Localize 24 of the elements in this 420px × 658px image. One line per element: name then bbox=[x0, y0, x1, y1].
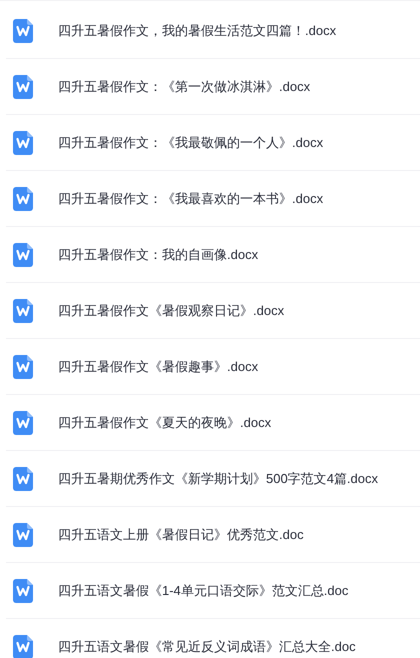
word-document-icon bbox=[13, 522, 33, 546]
file-name[interactable]: 四升五暑假作文：《我最敬佩的一个人》.docx bbox=[58, 134, 324, 152]
file-name[interactable]: 四升五暑假作文《夏天的夜晚》.docx bbox=[58, 414, 272, 432]
file-name[interactable]: 四升五暑假作文：《第一次做冰淇淋》.docx bbox=[58, 78, 310, 96]
file-name[interactable]: 四升五暑假作文《暑假趣事》.docx bbox=[58, 358, 258, 376]
file-name[interactable]: 四升五暑期优秀作文《新学期计划》500字范文4篇.docx bbox=[58, 470, 378, 488]
file-name[interactable]: 四升五暑假作文：我的自画像.docx bbox=[58, 246, 258, 264]
word-document-icon bbox=[13, 410, 33, 434]
word-document-icon bbox=[13, 578, 33, 602]
file-name[interactable]: 四升五暑假作文，我的暑假生活范文四篇！.docx bbox=[58, 22, 336, 40]
file-name[interactable]: 四升五语文暑假《常见近反义词成语》汇总大全.doc bbox=[58, 638, 356, 656]
word-document-icon bbox=[13, 186, 33, 210]
word-document-icon bbox=[13, 466, 33, 490]
word-document-icon bbox=[13, 74, 33, 98]
word-document-icon bbox=[13, 298, 33, 322]
word-document-icon bbox=[13, 242, 33, 266]
word-document-icon bbox=[13, 18, 33, 42]
file-name[interactable]: 四升五暑假作文《暑假观察日记》.docx bbox=[58, 302, 284, 320]
file-name[interactable]: 四升五语文暑假《1-4单元口语交际》范文汇总.doc bbox=[58, 582, 348, 600]
file-name[interactable]: 四升五暑假作文：《我最喜欢的一本书》.docx bbox=[58, 190, 324, 208]
word-document-icon bbox=[13, 354, 33, 378]
word-document-icon bbox=[13, 130, 33, 154]
word-document-icon bbox=[13, 634, 33, 658]
file-name[interactable]: 四升五语文上册《暑假日记》优秀范文.doc bbox=[58, 526, 304, 544]
